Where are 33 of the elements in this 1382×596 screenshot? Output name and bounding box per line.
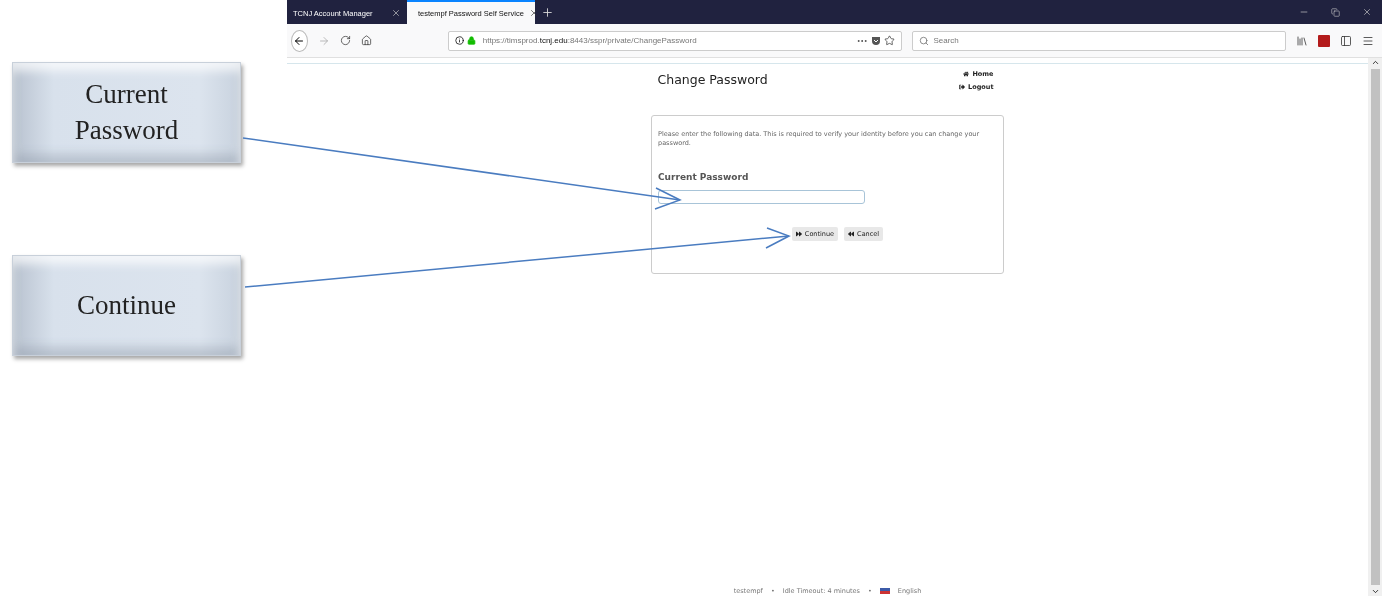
forward-icon	[795, 230, 802, 237]
reload-icon[interactable]	[339, 35, 351, 46]
pdf-icon[interactable]	[1318, 34, 1330, 47]
page-title: Change Password	[657, 72, 768, 89]
address-field[interactable]: https://timsprod.tcnj.edu:8443/sspr/private/ChangePassword	[447, 30, 903, 51]
callout-label: Current Password	[12, 62, 241, 163]
lock-icon	[466, 36, 476, 45]
sidebar-icon[interactable]	[1340, 34, 1352, 47]
scrollbar[interactable]	[1368, 58, 1382, 596]
home-icon[interactable]	[360, 35, 372, 46]
back-icon	[293, 34, 306, 47]
rewind-icon	[848, 230, 855, 237]
scroll-up-icon[interactable]	[1370, 58, 1380, 67]
plus-icon[interactable]	[541, 5, 554, 19]
callout-label: Continue	[12, 255, 241, 356]
field-label: Current Password	[658, 171, 750, 182]
shield-icon[interactable]	[871, 35, 882, 46]
home-icon	[963, 71, 970, 77]
scroll-down-icon[interactable]	[1370, 587, 1380, 596]
search-field[interactable]: Search	[912, 30, 1286, 51]
search-icon	[919, 35, 930, 46]
logout-icon	[959, 84, 966, 90]
scrollbar-thumb[interactable]	[1370, 69, 1380, 585]
star-icon[interactable]	[884, 35, 896, 46]
library-icon[interactable]	[1296, 34, 1308, 47]
restore-icon[interactable]	[1331, 7, 1340, 17]
flag-icon	[879, 588, 890, 594]
close-icon[interactable]	[528, 8, 539, 18]
menu-icon[interactable]	[1362, 34, 1374, 47]
url-text: https://timsprod.tcnj.edu:8443/sspr/private/ChangePassword	[482, 36, 698, 45]
back-button[interactable]	[291, 29, 308, 52]
info-icon[interactable]	[454, 36, 464, 45]
password-field[interactable]	[658, 189, 865, 204]
